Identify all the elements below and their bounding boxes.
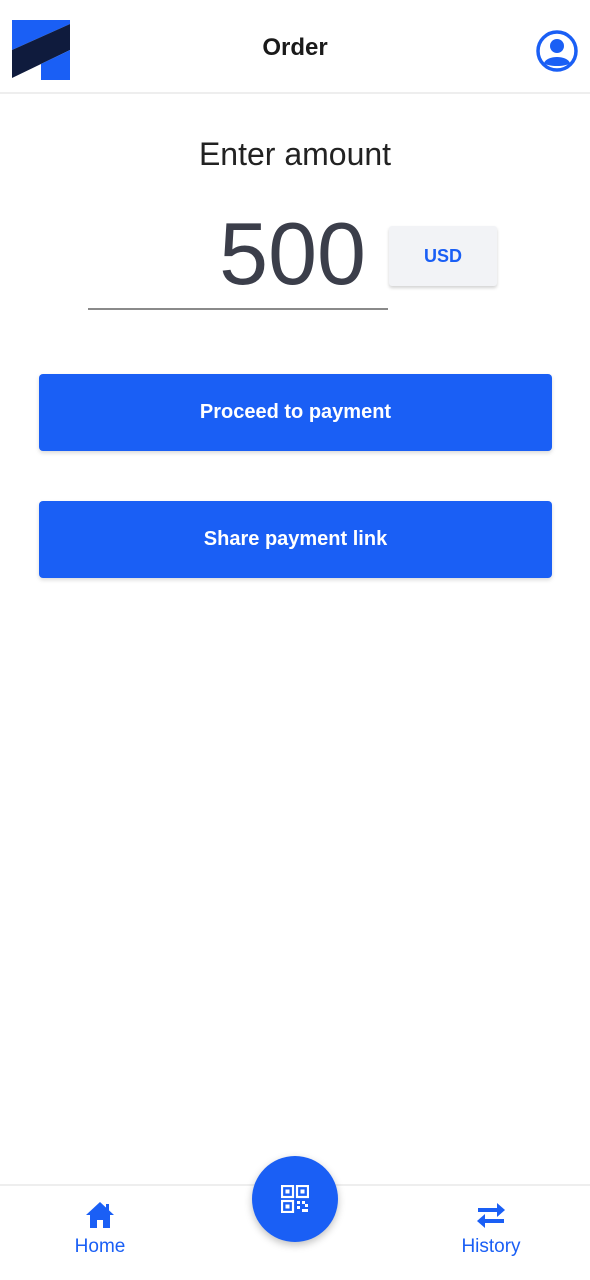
qr-code-icon	[281, 1185, 309, 1213]
currency-selector-button[interactable]: USD	[389, 226, 497, 286]
share-payment-link-button[interactable]: Share payment link	[39, 501, 552, 578]
proceed-to-payment-button[interactable]: Proceed to payment	[39, 374, 552, 451]
nav-label-history: History	[461, 1236, 521, 1257]
swap-arrows-icon	[477, 1203, 505, 1228]
nav-item-history[interactable]: History	[431, 1200, 551, 1270]
home-icon	[86, 1202, 114, 1228]
page-title: Order	[262, 34, 328, 61]
amount-input[interactable]	[88, 200, 388, 310]
order-screen: Order Enter amount USD Proceed to paymen…	[0, 0, 590, 1280]
nav-item-home[interactable]: Home	[40, 1200, 160, 1270]
nav-label-home: Home	[74, 1236, 126, 1257]
amount-label: Enter amount	[198, 136, 392, 172]
user-circle-icon[interactable]	[536, 30, 578, 72]
scan-qr-button[interactable]	[252, 1156, 338, 1242]
app-header: Order	[0, 0, 590, 94]
